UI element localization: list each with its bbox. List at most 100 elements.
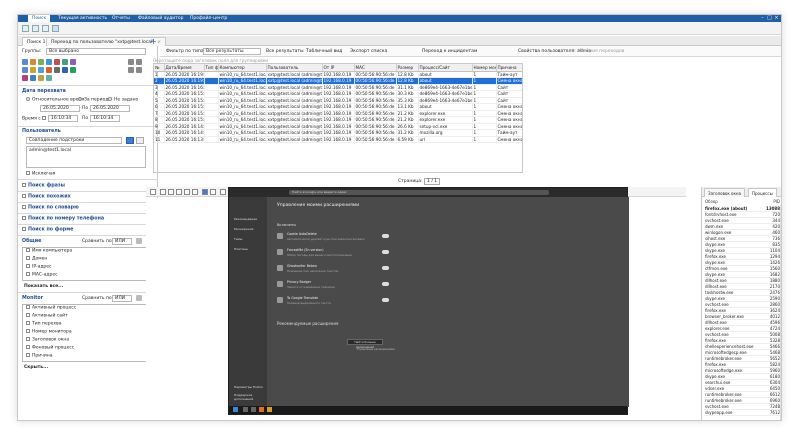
- settings-icon[interactable]: [136, 238, 142, 244]
- filter-type-select[interactable]: Все результаты: [203, 48, 261, 55]
- column-header[interactable]: Процесс/Сайт: [418, 64, 473, 72]
- settings-icon[interactable]: [136, 295, 142, 301]
- table-view-button[interactable]: Табличный вид: [306, 49, 342, 54]
- user-list[interactable]: admin@test1.local: [26, 146, 146, 168]
- radio-relative[interactable]: Относительное время: [26, 97, 84, 103]
- fit-window-icon[interactable]: [202, 189, 208, 195]
- scan-icon[interactable]: [30, 75, 36, 81]
- tab-processes[interactable]: Процессы: [748, 188, 777, 197]
- monitor-item[interactable]: Причина: [26, 353, 52, 359]
- keyboard-icon[interactable]: [54, 67, 60, 73]
- column-header[interactable]: №: [154, 64, 165, 72]
- fit-icon[interactable]: [150, 189, 156, 195]
- minimize-icon[interactable]: –: [760, 16, 765, 21]
- column-header[interactable]: Дата/Время: [164, 64, 205, 72]
- radio-period[interactable]: За период: [78, 97, 108, 103]
- monitor-item[interactable]: Тип перехва: [26, 321, 61, 327]
- cloud-icon[interactable]: [38, 67, 44, 73]
- scrollbar[interactable]: [780, 205, 781, 420]
- menu-search[interactable]: Поиск: [28, 15, 51, 22]
- common-item[interactable]: Домен: [26, 256, 47, 262]
- time-to-input[interactable]: 16:10:34: [90, 115, 120, 122]
- column-header[interactable]: От IP: [322, 64, 355, 72]
- export-list-button[interactable]: Экспорт списка: [350, 49, 387, 54]
- close-icon[interactable]: ×: [774, 16, 779, 21]
- search-dict-section[interactable]: Поиск по словарю: [22, 205, 79, 211]
- column-header[interactable]: MAC: [354, 64, 397, 72]
- groups-select[interactable]: Все выбрано: [46, 48, 146, 55]
- new-search-icon[interactable]: [22, 25, 29, 32]
- user-item[interactable]: admin@test1.local: [27, 147, 145, 154]
- eye-icon[interactable]: [220, 189, 226, 195]
- monitor-icon[interactable]: [46, 67, 52, 73]
- radio-unset[interactable]: Не задано: [108, 97, 138, 103]
- camera-icon[interactable]: [22, 75, 28, 81]
- phone-icon[interactable]: [62, 67, 68, 73]
- clipboard-icon[interactable]: [38, 75, 44, 81]
- gear-icon[interactable]: [46, 75, 52, 81]
- rotate-right-icon[interactable]: [192, 189, 198, 195]
- add-tab-icon[interactable]: +: [150, 37, 157, 46]
- filter-icon[interactable]: [136, 59, 142, 65]
- column-header[interactable]: Компьютер: [218, 64, 267, 72]
- match-mode-select[interactable]: Совпадение подстроки: [26, 137, 122, 144]
- search-form-section[interactable]: Поиск по форме: [22, 227, 73, 233]
- column-header[interactable]: Номер моним: [472, 64, 497, 72]
- compare-select[interactable]: ИЛИ: [112, 238, 132, 245]
- save-icon[interactable]: [42, 25, 49, 32]
- date-to-input[interactable]: 26.05.2020: [90, 105, 130, 112]
- common-item[interactable]: Имя компьютера: [26, 248, 72, 254]
- column-header[interactable]: Причина: [496, 64, 522, 72]
- skype-icon[interactable]: [46, 59, 52, 65]
- monitor-item[interactable]: Активный процесс: [26, 305, 76, 311]
- chat-icon[interactable]: [38, 59, 44, 65]
- print-job-icon[interactable]: [30, 67, 36, 73]
- open-icon[interactable]: [32, 25, 39, 32]
- refresh-icon[interactable]: [128, 67, 134, 73]
- exclude-checkbox[interactable]: Исключая: [26, 171, 55, 177]
- date-from-input[interactable]: 26.05.2020: [40, 105, 80, 112]
- print-icon[interactable]: [52, 25, 59, 32]
- zoom-in-icon[interactable]: [160, 189, 166, 195]
- menu-file-auditor[interactable]: Файловый аудитор: [134, 15, 187, 22]
- rotate-left-icon[interactable]: [184, 189, 190, 195]
- time-from-input[interactable]: 16:10:34: [48, 115, 78, 122]
- all-results-button[interactable]: Все результаты: [266, 49, 304, 54]
- search-similar-section[interactable]: Поиск похожих: [22, 194, 71, 200]
- page-input[interactable]: 1 / 1: [424, 178, 441, 185]
- usb-icon[interactable]: [22, 67, 28, 73]
- file-icon[interactable]: [54, 59, 60, 65]
- computer-icon[interactable]: [22, 59, 28, 65]
- monitor-item[interactable]: Активный сайт: [26, 313, 68, 319]
- ftp-icon[interactable]: [70, 67, 76, 73]
- web-icon[interactable]: [62, 59, 68, 65]
- search-phrase-section[interactable]: Поиск фразы: [22, 183, 65, 189]
- monitor-item[interactable]: Фоновый процесс: [26, 345, 74, 351]
- go-to-incidents-button[interactable]: Переход к инцидентам: [422, 49, 477, 54]
- tab-user-transition[interactable]: Переход по пользователю "xxtp@test.local…: [46, 37, 167, 46]
- monitor-item[interactable]: Номер монитора: [26, 329, 72, 335]
- print-icon[interactable]: [136, 67, 142, 73]
- monitor-item[interactable]: Заголовок окна: [26, 337, 69, 343]
- add-user-button[interactable]: [126, 137, 134, 144]
- table-row[interactable]: 1126.05.2020 16:13:53 win10_ru_64.test1.l…: [154, 136, 522, 143]
- zoom-reset-icon[interactable]: [176, 189, 182, 195]
- column-header[interactable]: Пользователь: [266, 64, 323, 72]
- maximize-icon[interactable]: □: [767, 16, 772, 21]
- mail-icon[interactable]: [30, 59, 36, 65]
- menu-reports[interactable]: Отчеты: [108, 15, 134, 22]
- history-button[interactable]: История переходов: [578, 49, 624, 54]
- column-header[interactable]: Тип фа: [204, 64, 219, 72]
- menu-profile-center[interactable]: Профайл-центр: [186, 15, 231, 22]
- search-phone-section[interactable]: Поиск по номеру телефона: [22, 216, 104, 222]
- zoom-out-icon[interactable]: [168, 189, 174, 195]
- menu-activity[interactable]: Текущая активность: [54, 15, 111, 22]
- show-all-link[interactable]: Показать все...: [24, 284, 63, 289]
- actual-size-icon[interactable]: [210, 189, 216, 195]
- clear-user-button[interactable]: [136, 137, 144, 144]
- social-icon[interactable]: [70, 59, 76, 65]
- captured-screenshot[interactable]: Найти в Google или введите адрес Рекомен…: [228, 187, 629, 415]
- process-row[interactable]: skypeapp.exe 7612: [704, 410, 781, 416]
- settings-icon[interactable]: [128, 59, 134, 65]
- monitor-compare-select[interactable]: ИЛИ: [112, 295, 132, 302]
